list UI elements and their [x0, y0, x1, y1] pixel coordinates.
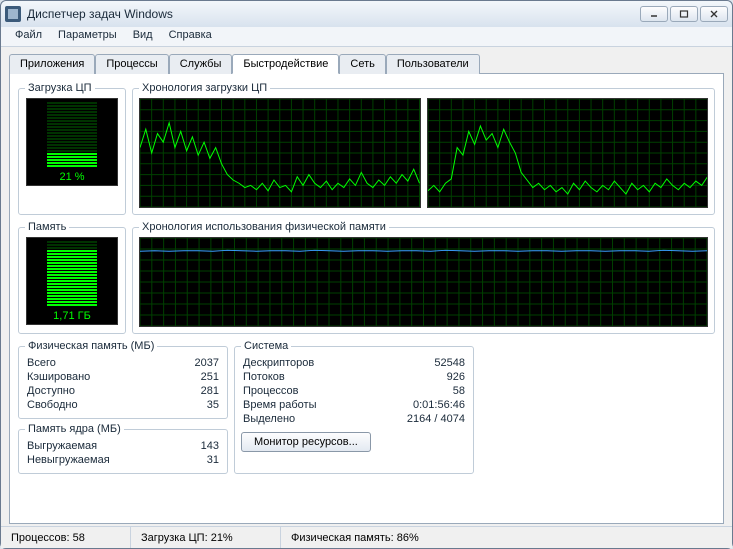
cpu-usage-label: Загрузка ЦП: [25, 82, 95, 94]
system-title: Система: [241, 340, 291, 352]
window-controls: [640, 6, 728, 22]
memory-meter: 1,71 ГБ: [26, 237, 118, 325]
minimize-button[interactable]: [640, 6, 668, 22]
app-icon: [5, 6, 21, 22]
statusbar: Процессов: 58 Загрузка ЦП: 21% Физическа…: [1, 526, 732, 548]
tab-performance[interactable]: Быстродействие: [232, 54, 339, 74]
tab-services[interactable]: Службы: [169, 54, 233, 74]
close-button[interactable]: [700, 6, 728, 22]
system-group: Система Дескрипторов52548 Потоков926 Про…: [234, 340, 474, 474]
cpu-chart-core0: [139, 98, 421, 208]
status-processes: Процессов: 58: [1, 527, 131, 548]
menu-view[interactable]: Вид: [127, 27, 159, 46]
tabstrip: Приложения Процессы Службы Быстродействи…: [9, 54, 724, 74]
kernel-memory-title: Память ядра (МБ): [25, 423, 124, 435]
tab-users[interactable]: Пользователи: [386, 54, 480, 74]
performance-panel: Загрузка ЦП 21 % Хронология загрузки ЦП: [9, 73, 724, 524]
memory-usage-label: Память: [25, 221, 69, 233]
cpu-chart-core1: [427, 98, 709, 208]
maximize-button[interactable]: [670, 6, 698, 22]
window-title: Диспетчер задач Windows: [27, 7, 640, 21]
physical-memory-group: Физическая память (МБ) Всего2037 Кэширов…: [18, 340, 228, 419]
tab-processes[interactable]: Процессы: [95, 54, 168, 74]
menu-options[interactable]: Параметры: [52, 27, 123, 46]
memory-usage-group: Память 1,71 ГБ: [18, 221, 126, 334]
cpu-usage-group: Загрузка ЦП 21 %: [18, 82, 126, 215]
menubar: Файл Параметры Вид Справка: [1, 27, 732, 47]
client-area: Приложения Процессы Службы Быстродействи…: [1, 47, 732, 526]
memory-meter-value: 1,71 ГБ: [27, 310, 117, 322]
tab-networking[interactable]: Сеть: [339, 54, 385, 74]
menu-file[interactable]: Файл: [9, 27, 48, 46]
status-cpu: Загрузка ЦП: 21%: [131, 527, 281, 548]
task-manager-window: Диспетчер задач Windows Файл Параметры В…: [0, 0, 733, 549]
cpu-meter-value: 21 %: [27, 171, 117, 183]
memory-chart: [139, 237, 708, 327]
resource-monitor-button[interactable]: Монитор ресурсов...: [241, 432, 371, 452]
titlebar[interactable]: Диспетчер задач Windows: [1, 1, 732, 27]
physical-memory-title: Физическая память (МБ): [25, 340, 157, 352]
menu-help[interactable]: Справка: [163, 27, 218, 46]
tab-applications[interactable]: Приложения: [9, 54, 95, 74]
cpu-meter: 21 %: [26, 98, 118, 186]
kernel-memory-group: Память ядра (МБ) Выгружаемая143 Невыгруж…: [18, 423, 228, 474]
memory-history-group: Хронология использования физической памя…: [132, 221, 715, 334]
cpu-history-group: Хронология загрузки ЦП: [132, 82, 715, 215]
memory-history-label: Хронология использования физической памя…: [139, 221, 389, 233]
cpu-history-label: Хронология загрузки ЦП: [139, 82, 270, 94]
status-memory: Физическая память: 86%: [281, 527, 429, 548]
